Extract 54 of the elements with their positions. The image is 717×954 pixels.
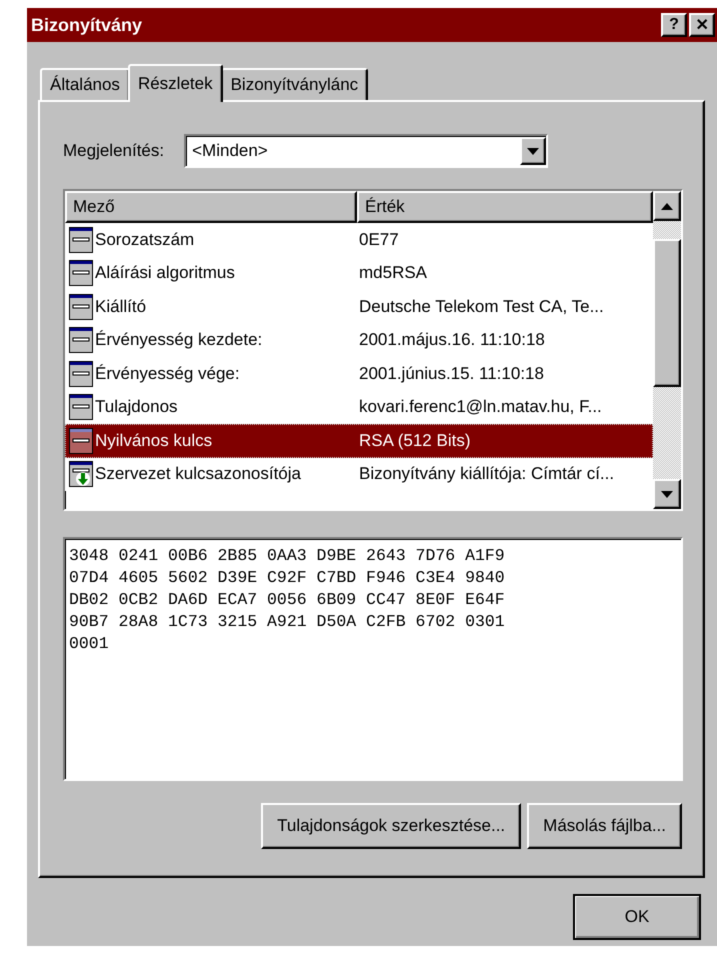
certificate-field-icon: [69, 428, 93, 454]
field-value: 2001.június.15. 11:10:18: [359, 364, 544, 384]
field-name: Sorozatszám: [95, 230, 194, 250]
help-button[interactable]: ?: [661, 13, 687, 37]
certificate-field-icon: [69, 294, 93, 320]
field-value: md5RSA: [359, 263, 428, 284]
field-name: Tulajdonos: [95, 397, 178, 418]
list-row[interactable]: Szervezet kulcsazonosítója Bizonyítvány kiállítója: Címtár cí...: [65, 458, 653, 491]
certificate-field-icon: [69, 360, 93, 387]
field-value: 2001.május.16. 11:10:18: [359, 330, 545, 350]
field-name: Érvényesség vége:: [95, 364, 240, 384]
certificate-field-icon: [69, 327, 93, 354]
column-header[interactable]: Érték: [357, 191, 653, 223]
action-button[interactable]: Tulajdonságok szerkesztése...: [261, 803, 522, 849]
dropdown-arrow-button[interactable]: [520, 137, 546, 165]
close-button[interactable]: ✕: [689, 13, 715, 37]
field-value: Deutsche Telekom Test CA, Te...: [359, 296, 604, 317]
column-header[interactable]: Mező: [65, 191, 357, 223]
tab[interactable]: Bizonyítványlánc: [220, 68, 368, 100]
field-name: Aláírási algoritmus: [95, 263, 235, 284]
hex-line: 0001: [69, 633, 110, 655]
certificate-field-icon: [69, 226, 93, 253]
scroll-thumb[interactable]: [653, 239, 681, 387]
list-row[interactable]: Nyilvános kulcs RSA (512 Bits): [65, 424, 653, 458]
certificate-extension-icon: [69, 461, 93, 488]
field-name: Érvényesség kezdete:: [95, 330, 262, 350]
field-name: Kiállító: [95, 296, 146, 317]
scroll-down-button[interactable]: [653, 479, 681, 509]
down-arrow-icon: [661, 490, 673, 498]
field-value: Bizonyítvány kiállítója: Címtár cí...: [359, 464, 614, 484]
certificate-field-icon: [69, 394, 93, 420]
value-text-area[interactable]: 3048 0241 00B6 2B85 0AA3 D9BE 2643 7D76 A1F9 07D4 4605 5602 D39E C92F C7BD F946 C3E4 9840 DB02 0CB2 DA6D ECA7 0056 6B09 CC47 8E0F E64F 90B7 28A8 1C73 3215 A921 D50A C2FB 6702 0301 0001: [63, 537, 683, 781]
show-label: Megjelenítés:: [63, 141, 164, 161]
certificate-field-icon: [69, 260, 93, 286]
caret-icon: [527, 148, 540, 154]
hex-line: DB02 0CB2 DA6D ECA7 0056 6B09 CC47 8E0F E64F: [69, 589, 506, 611]
field-value: kovari.ferenc1@ln.matav.hu, F...: [359, 397, 602, 418]
scrollbar[interactable]: [653, 191, 681, 509]
show-dropdown[interactable]: <Minden>: [184, 134, 548, 168]
hex-line: 3048 0241 00B6 2B85 0AA3 D9BE 2643 7D76 A1F9: [69, 545, 506, 567]
field-name: Szervezet kulcsazonosítója: [95, 464, 301, 484]
field-value: 0E77: [359, 230, 399, 250]
field-name: Nyilvános kulcs: [95, 430, 212, 451]
dropdown-value: <Minden>: [191, 141, 268, 161]
scroll-up-button[interactable]: [653, 191, 681, 221]
ok-button[interactable]: OK: [573, 894, 701, 940]
window-title: Bizonyítvány: [31, 14, 144, 36]
up-arrow-icon: [661, 202, 673, 210]
hex-line: 90B7 28A8 1C73 3215 A921 D50A C2FB 6702 0301: [69, 611, 506, 633]
action-button[interactable]: Másolás fájlba...: [527, 803, 682, 849]
hex-line: 07D4 4605 5602 D39E C92F C7BD F946 C3E4 9840: [69, 567, 506, 589]
field-value: RSA (512 Bits): [359, 430, 470, 451]
tab[interactable]: Általános: [40, 68, 130, 100]
tab[interactable]: Részletek: [128, 64, 223, 102]
